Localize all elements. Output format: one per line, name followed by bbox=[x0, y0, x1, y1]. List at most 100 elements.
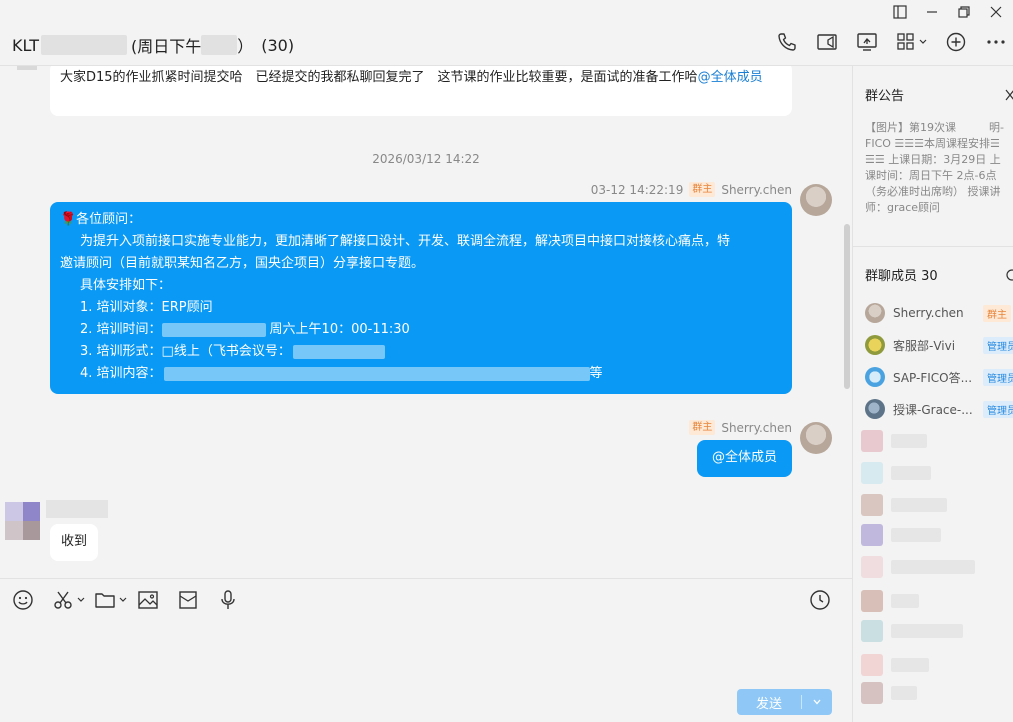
more-icon[interactable] bbox=[985, 30, 1007, 54]
avatar bbox=[17, 66, 37, 70]
member-item[interactable] bbox=[861, 590, 919, 612]
member-item[interactable] bbox=[861, 524, 941, 546]
redacted-text bbox=[161, 322, 266, 337]
close-icon[interactable] bbox=[989, 5, 1003, 19]
message-time: 03-12 14:22:19 bbox=[590, 182, 684, 197]
message-bubble[interactable]: 收到 bbox=[50, 524, 98, 561]
mention-all-text: @全体成员 bbox=[711, 450, 777, 465]
folder-icon[interactable] bbox=[94, 589, 127, 611]
search-icon[interactable] bbox=[1005, 266, 1013, 285]
redacted-text bbox=[292, 344, 385, 359]
announcement-title: 群公告 bbox=[865, 89, 905, 104]
member-name: 授课-Grace-... bbox=[893, 402, 973, 417]
screen-share-icon[interactable] bbox=[856, 30, 878, 54]
member-count: (30) bbox=[261, 35, 295, 55]
redacted-title bbox=[40, 35, 127, 55]
message-list[interactable]: 大家D15的作业抓紧时间提交哈 已经提交的我都私聊回复完了 这节课的作业比较重要… bbox=[0, 66, 852, 578]
avatar[interactable] bbox=[800, 422, 832, 454]
minimize-icon[interactable] bbox=[925, 5, 939, 19]
image-icon[interactable] bbox=[137, 589, 159, 611]
emoji-icon[interactable] bbox=[12, 589, 34, 611]
member-item[interactable]: Sherry.chen bbox=[865, 303, 964, 323]
owner-badge: 群主 bbox=[689, 182, 716, 197]
redacted-sender-name bbox=[46, 500, 108, 518]
announcement-bubble[interactable]: 🌹各位顾问： 为提升入项前接口实施专业能力，更加清晰了解接口设计、开发、联调全流… bbox=[50, 202, 792, 394]
admin-badge: 管理员 bbox=[983, 337, 1013, 354]
line-label: 2. 培训时间： bbox=[80, 322, 162, 337]
message-input[interactable] bbox=[0, 619, 852, 679]
avatar bbox=[865, 399, 885, 419]
sender-name[interactable]: Sherry.chen bbox=[721, 183, 792, 197]
redacted-text bbox=[163, 366, 590, 381]
close-icon[interactable] bbox=[1005, 86, 1013, 105]
send-button[interactable]: 发送 bbox=[737, 689, 832, 715]
microphone-icon[interactable] bbox=[217, 589, 239, 611]
owner-badge: 群主 bbox=[983, 305, 1011, 322]
member-item[interactable]: 客服部-Vivi bbox=[865, 335, 955, 355]
member-item[interactable] bbox=[861, 462, 931, 484]
message-line: 2. 培训时间： 周六上午10：00-11:30 bbox=[60, 319, 782, 341]
message-line: 4. 培训内容： 等 bbox=[60, 363, 782, 385]
admin-badge: 管理员 bbox=[983, 369, 1013, 386]
announcement-text[interactable]: 【图片】第19次课 明- FICO ☰☰☰本周课程安排☰ ☰☰ 上课日期：3月2… bbox=[865, 120, 1013, 216]
avatar bbox=[865, 335, 885, 355]
message-bubble[interactable]: @全体成员 bbox=[697, 440, 792, 477]
video-call-icon[interactable] bbox=[816, 30, 838, 54]
message-line: 1. 培训对象：ERP顾问 bbox=[80, 300, 213, 315]
message-text: 大家D15的作业抓紧时间提交哈 已经提交的我都私聊回复完了 这节课的作业比较重要… bbox=[60, 70, 698, 85]
send-label: 发送 bbox=[755, 696, 782, 712]
member-item[interactable] bbox=[861, 654, 929, 676]
apps-icon[interactable] bbox=[896, 30, 927, 54]
member-name: Sherry.chen bbox=[893, 306, 964, 320]
announcement-line: ☰☰ 上课日期：3月29日 上 bbox=[865, 153, 1001, 166]
scissors-icon[interactable] bbox=[52, 589, 85, 611]
send-options-chevron-icon[interactable] bbox=[802, 697, 832, 707]
owner-badge: 群主 bbox=[689, 420, 716, 435]
scrollbar[interactable] bbox=[844, 224, 850, 389]
redacted-title-2 bbox=[201, 35, 238, 55]
message-meta: 群主 Sherry.chen bbox=[689, 420, 792, 435]
message-line: 为提升入项前接口实施专业能力，更加清晰了解接口设计、开发、联调全流程，解决项目中… bbox=[80, 234, 731, 249]
admin-badge: 管理员 bbox=[983, 401, 1013, 418]
sidebar-toggle-icon[interactable] bbox=[893, 5, 907, 19]
message-bubble[interactable]: 大家D15的作业抓紧时间提交哈 已经提交的我都私聊回复完了 这节课的作业比较重要… bbox=[50, 66, 792, 116]
member-name: SAP-FICO答... bbox=[893, 370, 973, 385]
avatar[interactable] bbox=[800, 184, 832, 216]
message-line: 3. 培训形式：□线上（飞书会议号： bbox=[60, 341, 782, 363]
chevron-down-icon bbox=[119, 597, 127, 602]
history-clock-icon[interactable] bbox=[809, 589, 831, 611]
member-item[interactable] bbox=[861, 556, 975, 578]
members-title: 群聊成员 30 bbox=[865, 269, 938, 284]
chat-header: KLT (周日下午 ） (30) bbox=[0, 0, 1013, 66]
member-item[interactable] bbox=[861, 430, 927, 452]
chat-window: KLT (周日下午 ） (30) 大家D15的作业抓紧时间提交哈 已经提交的我都… bbox=[0, 0, 1013, 722]
chevron-down-icon bbox=[919, 39, 927, 44]
member-name: 客服部-Vivi bbox=[893, 338, 956, 353]
message-line: 具体安排如下： bbox=[80, 278, 172, 293]
member-item[interactable] bbox=[861, 682, 917, 704]
phone-icon[interactable] bbox=[776, 30, 798, 54]
title-prefix: KLT bbox=[12, 35, 39, 55]
group-side-panel: 群公告 【图片】第19次课 明- FICO ☰☰☰本周课程安排☰ ☰☰ 上课日期… bbox=[852, 66, 1013, 722]
restore-icon[interactable] bbox=[957, 5, 971, 19]
member-item[interactable] bbox=[861, 494, 947, 516]
announcement-line: （务必准时出席哟） 授课讲 bbox=[865, 185, 1001, 198]
line-value: 周六上午10：00-11:30 bbox=[269, 322, 410, 337]
member-item[interactable] bbox=[861, 620, 963, 642]
member-item[interactable]: 授课-Grace-... bbox=[865, 399, 973, 419]
envelope-icon[interactable] bbox=[177, 589, 199, 611]
announcement-line: 课时间：周日下午 2点-6点 bbox=[865, 169, 997, 182]
line-label: 3. 培训形式：□线上（飞书会议号： bbox=[80, 344, 291, 359]
add-member-icon[interactable] bbox=[945, 30, 967, 54]
chat-toolbar bbox=[776, 30, 1013, 54]
member-item[interactable]: SAP-FICO答... bbox=[865, 367, 972, 387]
announcement-line: 【图片】第19次课 明- bbox=[865, 121, 1004, 134]
announcement-line: 师：grace顾问 bbox=[865, 201, 941, 214]
line-label: 4. 培训内容： bbox=[80, 366, 162, 381]
mention-all-link[interactable]: @全体成员 bbox=[698, 70, 763, 85]
divider bbox=[853, 246, 1013, 247]
avatar[interactable] bbox=[5, 502, 40, 540]
message-line: 邀请顾问（目前就职某知名乙方，国央企项目）分享接口专题。 bbox=[60, 256, 425, 271]
window-controls bbox=[893, 5, 1003, 19]
sender-name[interactable]: Sherry.chen bbox=[721, 421, 792, 435]
